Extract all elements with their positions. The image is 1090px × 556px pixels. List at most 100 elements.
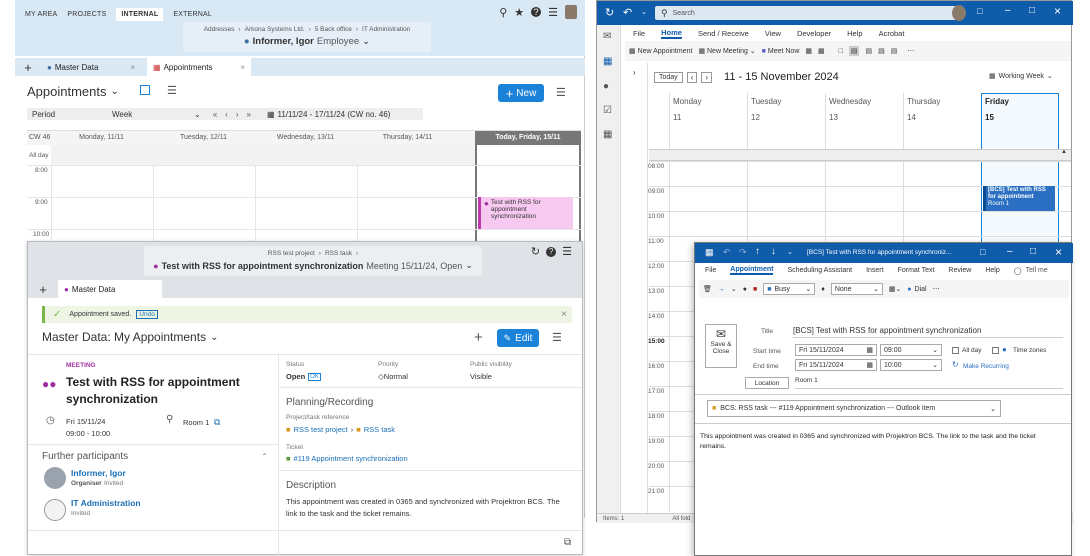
chevron-down-icon[interactable]: ⌄ bbox=[194, 110, 201, 119]
today-button[interactable]: Today bbox=[654, 71, 683, 83]
add-tab-icon[interactable]: + bbox=[28, 282, 58, 297]
redo-icon[interactable]: ↷ bbox=[739, 247, 747, 258]
avatar[interactable] bbox=[565, 5, 577, 19]
menu-format-text[interactable]: Format Text bbox=[898, 267, 935, 274]
ticket-link[interactable]: #119 Appointment synchronization bbox=[294, 454, 408, 463]
add-icon[interactable]: + bbox=[474, 329, 483, 346]
reminder-select[interactable]: None ⌄ bbox=[830, 283, 883, 295]
period-select[interactable]: Week bbox=[112, 110, 194, 119]
crumb-task[interactable]: RSS task bbox=[325, 250, 352, 257]
close-icon[interactable]: × bbox=[1054, 4, 1061, 18]
apps-icon[interactable]: ▦ bbox=[603, 129, 612, 140]
maximize-icon[interactable]: □ bbox=[1030, 246, 1036, 257]
task-link[interactable]: RSS task bbox=[364, 425, 395, 434]
search-icon[interactable]: ⚲ bbox=[499, 6, 507, 19]
categorize-icon[interactable]: ▦⌄ bbox=[889, 285, 901, 293]
settings-sliders-icon[interactable]: ☰ bbox=[552, 331, 562, 344]
copy-icon[interactable]: ⧉ bbox=[214, 417, 220, 428]
star-icon[interactable]: ★ bbox=[514, 6, 524, 19]
workweek-view-icon[interactable]: ▤ bbox=[848, 46, 860, 56]
appointment-body[interactable]: This appointment was created in 0365 and… bbox=[700, 432, 1060, 452]
menu-acrobat[interactable]: Acrobat bbox=[879, 29, 905, 38]
menu-help[interactable]: Help bbox=[985, 267, 999, 274]
tasks-icon[interactable]: ☑ bbox=[603, 105, 612, 116]
close-icon[interactable]: × bbox=[561, 309, 567, 320]
date-range[interactable]: 11/11/24 - 17/11/24 (CW no. 46) bbox=[278, 110, 391, 119]
chevron-right-icon[interactable]: › bbox=[633, 68, 636, 77]
scroll-up-icon[interactable]: ▲ bbox=[1061, 149, 1067, 155]
restore-icon[interactable]: □ bbox=[977, 6, 982, 16]
new-button[interactable]: + New bbox=[498, 84, 544, 102]
participant-name[interactable]: Informer, Igor bbox=[71, 468, 126, 478]
page-title[interactable]: Appointments ⌄ bbox=[27, 84, 119, 99]
tab-master-data[interactable]: ● Master Data × bbox=[41, 58, 141, 76]
mail-icon[interactable]: ✉ bbox=[603, 31, 611, 42]
search-box[interactable]: ⚲ Search bbox=[655, 6, 957, 20]
chevron-down-icon[interactable]: ⌄ bbox=[731, 285, 737, 293]
menu-send-receive[interactable]: Send / Receive bbox=[698, 29, 749, 38]
settings-sliders-icon[interactable]: ☰ bbox=[556, 86, 566, 99]
location-button[interactable]: Location bbox=[745, 377, 789, 389]
menu-file[interactable]: File bbox=[633, 29, 645, 38]
sync-icon[interactable]: ↻ bbox=[605, 6, 614, 19]
show-as-select[interactable]: ■ Busy ⌄ bbox=[763, 283, 816, 295]
calendar-view-icon[interactable]: ▦ bbox=[818, 47, 825, 55]
menu-scheduling[interactable]: Scheduling Assistant bbox=[787, 267, 852, 274]
save-close-button[interactable]: ✉ Save & Close bbox=[705, 324, 737, 368]
menu-help[interactable]: Help bbox=[847, 29, 862, 38]
start-time-input[interactable]: 09:00 ⌄ bbox=[880, 344, 942, 356]
help-icon[interactable]: ? bbox=[531, 7, 542, 17]
close-icon[interactable]: × bbox=[130, 63, 135, 72]
calendar-view-icon[interactable] bbox=[140, 85, 150, 95]
crumb-office[interactable]: 5 Back office bbox=[315, 26, 352, 33]
schedule-view-icon[interactable]: ▤ bbox=[891, 47, 898, 55]
more-icon[interactable]: ⋯ bbox=[933, 285, 940, 293]
nav-projects[interactable]: PROJECTS bbox=[67, 11, 106, 18]
close-icon[interactable]: × bbox=[1055, 245, 1062, 259]
calendar-event[interactable]: [BCS] Test with RSS for appointment Room… bbox=[983, 186, 1055, 211]
color-icon[interactable]: ■ bbox=[753, 286, 757, 293]
arrow-down-icon[interactable]: ↓ bbox=[771, 246, 776, 257]
invite-icon[interactable]: ● bbox=[743, 286, 747, 293]
tell-me[interactable]: Tell me bbox=[1026, 267, 1048, 274]
more-icon[interactable]: ⋯ bbox=[907, 47, 914, 55]
delete-icon[interactable]: 🗑 bbox=[703, 285, 712, 293]
menu-home[interactable]: Home bbox=[661, 28, 682, 39]
menu-review[interactable]: Review bbox=[948, 267, 971, 274]
forward-icon[interactable]: → bbox=[718, 286, 725, 293]
undo-icon[interactable]: ↶ bbox=[623, 6, 632, 19]
nav-arrows[interactable]: «‹›» bbox=[213, 110, 259, 119]
participant-name[interactable]: IT Administration bbox=[71, 498, 141, 508]
people-icon[interactable]: ● bbox=[603, 81, 609, 92]
meet-now-button[interactable]: ■ Meet Now bbox=[762, 48, 800, 55]
next-button[interactable]: › bbox=[701, 71, 713, 83]
menu-icon[interactable]: ☰ bbox=[548, 6, 558, 19]
minimize-icon[interactable]: – bbox=[1005, 5, 1011, 16]
qat-more-icon[interactable]: ⌄ bbox=[641, 8, 647, 16]
view-selector[interactable]: ▦ Working Week ⌄ bbox=[989, 72, 1053, 81]
close-icon[interactable]: × bbox=[240, 63, 245, 72]
tab-master-data[interactable]: ● Master Data bbox=[58, 280, 162, 298]
nav-internal[interactable]: INTERNAL bbox=[116, 8, 164, 21]
tab-appointments[interactable]: ▦ Appointments × bbox=[147, 58, 251, 76]
timezone-checkbox[interactable] bbox=[992, 347, 999, 354]
menu-view[interactable]: View bbox=[765, 29, 781, 38]
list-view-icon[interactable]: ☰ bbox=[167, 84, 177, 97]
master-data-heading[interactable]: Master Data: My Appointments ⌄ bbox=[42, 330, 218, 344]
refresh-icon[interactable]: ↻ bbox=[531, 245, 540, 258]
avatar[interactable] bbox=[952, 5, 966, 21]
undo-link[interactable]: Undo bbox=[136, 310, 158, 319]
new-meeting-button[interactable]: ▦ New Meeting ⌄ bbox=[698, 47, 755, 56]
end-date-input[interactable]: Fri 15/11/2024 ▦ bbox=[795, 359, 877, 371]
nav-external[interactable]: EXTERNAL bbox=[173, 11, 212, 18]
maximize-icon[interactable]: □ bbox=[1029, 5, 1035, 16]
allday-checkbox[interactable] bbox=[952, 347, 959, 354]
dial-button[interactable]: ● Dial bbox=[907, 286, 926, 293]
new-appointment-button[interactable]: ▦ New Appointment bbox=[629, 47, 692, 56]
menu-developer[interactable]: Developer bbox=[797, 29, 831, 38]
chevron-down-icon[interactable]: ⌄ bbox=[362, 36, 370, 47]
location-input[interactable]: Room 1 bbox=[795, 377, 1063, 389]
help-icon[interactable]: ? bbox=[546, 246, 557, 257]
start-date-input[interactable]: Fri 15/11/2024 ▦ bbox=[795, 344, 877, 356]
minimize-icon[interactable]: – bbox=[1007, 246, 1013, 257]
